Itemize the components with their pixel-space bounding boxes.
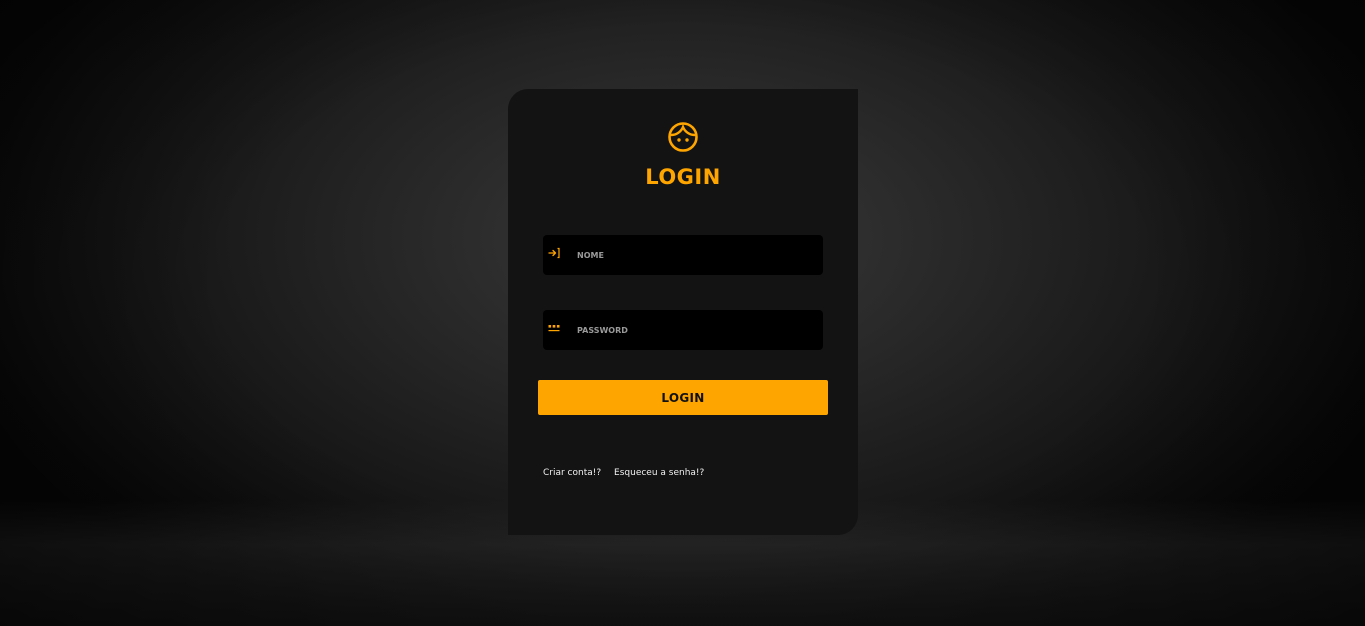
create-account-link[interactable]: Criar conta!? [543,468,601,478]
page-title: LOGIN [645,165,721,189]
login-arrow-icon [548,247,560,259]
login-card: LOGIN LOGIN Criar conta!? Esqueceu a sen… [508,89,858,535]
name-field[interactable] [543,235,823,275]
login-button[interactable]: LOGIN [538,380,828,415]
forgot-password-link[interactable]: Esqueceu a senha!? [614,468,704,478]
face-icon [668,122,698,152]
footer-links: Criar conta!? Esqueceu a senha!? [543,468,714,478]
password-field[interactable] [543,310,823,350]
password-dots-icon [548,325,560,332]
name-input[interactable] [573,235,818,275]
password-input[interactable] [573,310,818,350]
